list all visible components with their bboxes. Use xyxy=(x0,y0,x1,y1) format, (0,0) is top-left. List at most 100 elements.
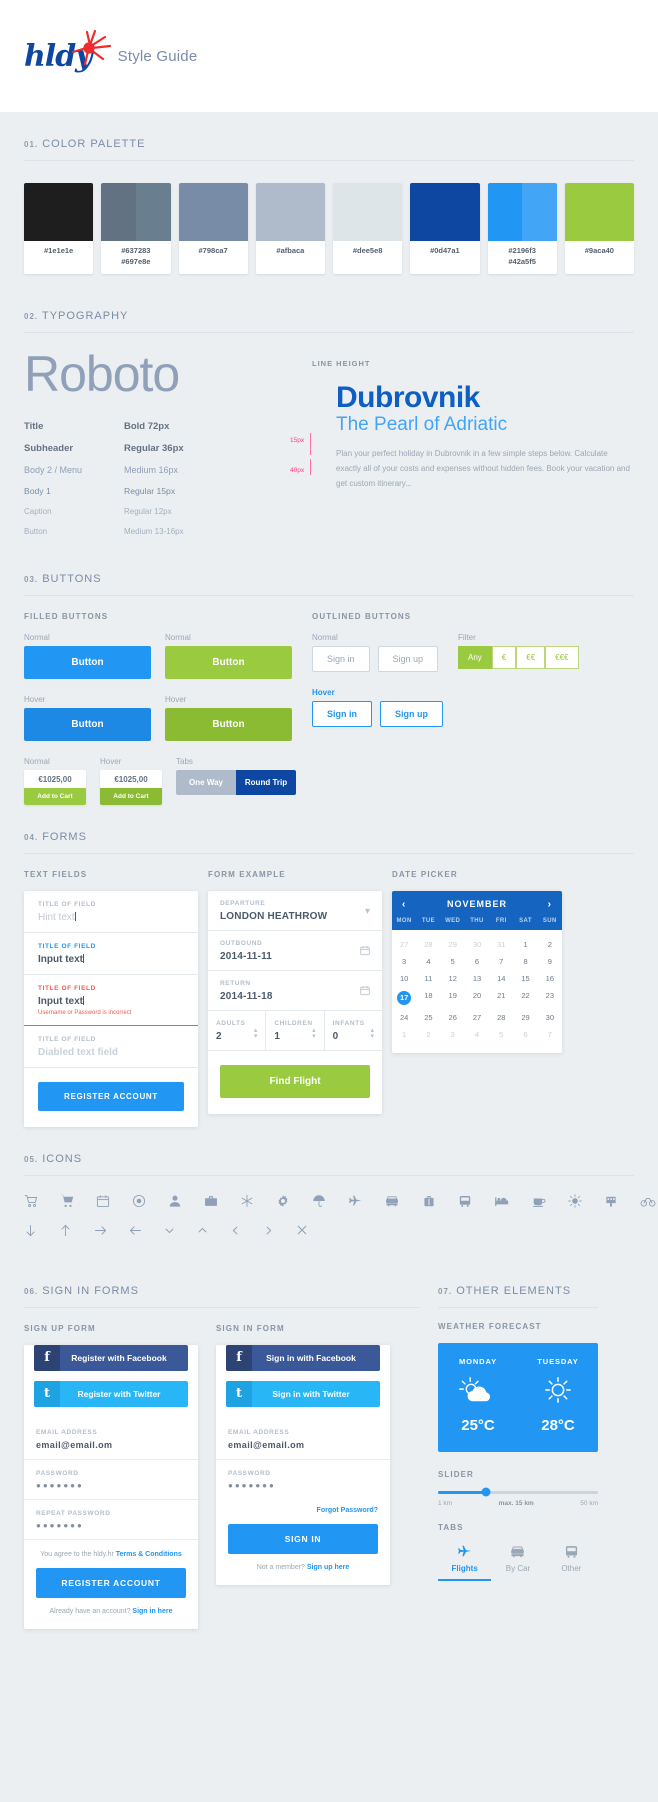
find-flight-button[interactable]: Find Flight xyxy=(220,1064,370,1098)
date-cell[interactable]: 5 xyxy=(489,1026,513,1043)
signin-with-facebook-button[interactable]: f Sign in with Facebook xyxy=(226,1344,380,1371)
calendar-icon[interactable] xyxy=(360,986,370,999)
register-account-button[interactable]: REGISTER ACCOUNT xyxy=(38,1081,184,1111)
date-cell[interactable]: 24 xyxy=(392,1009,416,1026)
chevron-left-icon[interactable] xyxy=(230,1225,241,1236)
briefcase-icon[interactable] xyxy=(204,1194,218,1208)
date-cell[interactable]: 5 xyxy=(441,953,465,970)
date-cell[interactable]: 3 xyxy=(441,1026,465,1043)
date-cell[interactable]: 25 xyxy=(416,1009,440,1026)
cart-outline-icon[interactable] xyxy=(24,1194,38,1208)
airplane-icon[interactable] xyxy=(348,1194,362,1208)
price-filter-group[interactable]: Any € €€ €€€ xyxy=(458,645,579,669)
date-cell[interactable]: 2 xyxy=(416,1026,440,1043)
weather-day-tuesday[interactable]: TUESDAY 28°C xyxy=(518,1343,598,1452)
date-grid[interactable]: 27 28 29 30 31 1 2 3 4 5 6 7 8 9 10 11 12 13 14 15 16 17 18 19 2… xyxy=(392,930,562,1053)
cart-filled-icon[interactable] xyxy=(60,1194,74,1208)
outlined-signin-normal[interactable]: Sign in xyxy=(312,645,370,672)
date-cell[interactable]: 8 xyxy=(513,953,537,970)
sun-icon[interactable] xyxy=(568,1193,582,1208)
next-month-button[interactable]: › xyxy=(548,899,552,910)
date-cell[interactable]: 28 xyxy=(416,936,440,953)
text-field[interactable]: TITLE OF FIELD Input text xyxy=(24,933,198,975)
date-cell[interactable]: 14 xyxy=(489,970,513,987)
outlined-signin-hover[interactable]: Sign in xyxy=(312,700,372,727)
color-swatch[interactable]: #798ca7 xyxy=(178,183,248,274)
filter-chip[interactable]: €€€ xyxy=(545,645,579,669)
date-cell[interactable]: 21 xyxy=(489,987,513,1009)
date-cell[interactable]: 30 xyxy=(538,1009,562,1026)
add-to-cart-button-hover[interactable]: Add to Cart xyxy=(100,787,162,805)
arrow-up-icon[interactable] xyxy=(59,1224,72,1237)
color-swatch[interactable]: #637283 #697e8e xyxy=(101,183,171,274)
trip-tab[interactable]: Round Trip xyxy=(236,769,296,795)
date-cell[interactable]: 11 xyxy=(416,970,440,987)
register-with-twitter-button[interactable]: t Register with Twitter xyxy=(34,1380,188,1407)
chevron-down-icon[interactable] xyxy=(164,1225,175,1236)
date-cell[interactable]: 16 xyxy=(538,970,562,987)
bus-icon[interactable] xyxy=(458,1194,472,1208)
location-pin-icon[interactable] xyxy=(132,1194,146,1208)
stepper-arrows-icon[interactable]: ▴ ▾ xyxy=(312,1027,316,1041)
filled-button-blue-normal[interactable]: Button xyxy=(24,645,151,679)
chevron-up-icon[interactable] xyxy=(197,1225,208,1236)
trip-type-tabs[interactable]: One Way Round Trip xyxy=(176,769,296,795)
add-to-cart-card-hover[interactable]: €1025,00 Add to Cart xyxy=(100,769,162,805)
filled-button-green-normal[interactable]: Button xyxy=(165,645,292,679)
close-icon[interactable] xyxy=(296,1224,308,1236)
signin-with-twitter-button[interactable]: t Sign in with Twitter xyxy=(226,1380,380,1407)
terms-link[interactable]: Terms & Conditions xyxy=(116,1551,182,1558)
outlined-signup-hover[interactable]: Sign up xyxy=(380,700,443,727)
chevron-down-icon[interactable]: ▾ xyxy=(365,906,370,917)
date-cell[interactable]: 9 xyxy=(538,953,562,970)
text-field[interactable]: TITLE OF FIELD Hint text xyxy=(24,891,198,933)
transport-tab[interactable]: Other xyxy=(545,1544,598,1579)
trip-tab[interactable]: One Way xyxy=(176,769,236,795)
transport-tabs[interactable]: Flights By Car Other xyxy=(438,1544,598,1579)
date-cell[interactable]: 17 xyxy=(392,987,416,1009)
outlined-signup-normal[interactable]: Sign up xyxy=(377,645,439,672)
filter-chip[interactable]: €€ xyxy=(516,645,546,669)
sign-up-here-link[interactable]: Sign up here xyxy=(307,1564,349,1571)
signup-repeat-password-field[interactable]: REPEAT PASSWORD ●●●●●●● xyxy=(24,1500,198,1540)
return-field[interactable]: RETURN 2014-11-18 xyxy=(208,971,382,1011)
coffee-icon[interactable] xyxy=(532,1194,546,1208)
register-account-cta[interactable]: REGISTER ACCOUNT xyxy=(36,1567,186,1598)
date-cell[interactable]: 19 xyxy=(441,987,465,1009)
date-cell[interactable]: 10 xyxy=(392,970,416,987)
arrow-left-icon[interactable] xyxy=(129,1224,142,1237)
date-cell[interactable]: 2 xyxy=(538,936,562,953)
date-cell[interactable]: 23 xyxy=(538,987,562,1009)
car-icon[interactable] xyxy=(384,1194,400,1208)
arrow-down-icon[interactable] xyxy=(24,1224,37,1237)
bicycle-icon[interactable] xyxy=(640,1194,656,1208)
stepper-arrows-icon[interactable]: ▴ ▾ xyxy=(370,1027,374,1041)
filled-button-blue-hover[interactable]: Button xyxy=(24,707,151,741)
date-cell[interactable]: 31 xyxy=(489,936,513,953)
prev-month-button[interactable]: ‹ xyxy=(402,899,406,910)
outbound-field[interactable]: OUTBOUND 2014-11-11 xyxy=(208,931,382,971)
date-cell[interactable]: 27 xyxy=(392,936,416,953)
add-to-cart-button[interactable]: Add to Cart xyxy=(24,787,86,805)
chevron-right-icon[interactable] xyxy=(263,1225,274,1236)
tree-icon[interactable] xyxy=(604,1194,618,1208)
filter-chip[interactable]: Any xyxy=(458,645,492,669)
date-cell[interactable]: 3 xyxy=(392,953,416,970)
calendar-icon[interactable] xyxy=(360,946,370,959)
luggage-icon[interactable] xyxy=(422,1194,436,1208)
color-swatch[interactable]: #9aca40 xyxy=(564,183,634,274)
date-cell[interactable]: 6 xyxy=(513,1026,537,1043)
date-cell[interactable]: 1 xyxy=(513,936,537,953)
add-to-cart-card-normal[interactable]: €1025,00 Add to Cart xyxy=(24,769,86,805)
date-cell[interactable]: 7 xyxy=(538,1026,562,1043)
date-cell[interactable]: 6 xyxy=(465,953,489,970)
date-cell[interactable]: 27 xyxy=(465,1009,489,1026)
infants-stepper[interactable]: INFANTS 0 ▴ ▾ xyxy=(325,1011,382,1050)
date-cell[interactable]: 30 xyxy=(465,936,489,953)
forgot-password-link[interactable]: Forgot Password? xyxy=(216,1499,390,1514)
date-cell[interactable]: 20 xyxy=(465,987,489,1009)
filled-button-green-hover[interactable]: Button xyxy=(165,707,292,741)
color-swatch[interactable]: #0d47a1 xyxy=(410,183,480,274)
color-swatch[interactable]: #afbaca xyxy=(255,183,325,274)
person-icon[interactable] xyxy=(168,1194,182,1208)
